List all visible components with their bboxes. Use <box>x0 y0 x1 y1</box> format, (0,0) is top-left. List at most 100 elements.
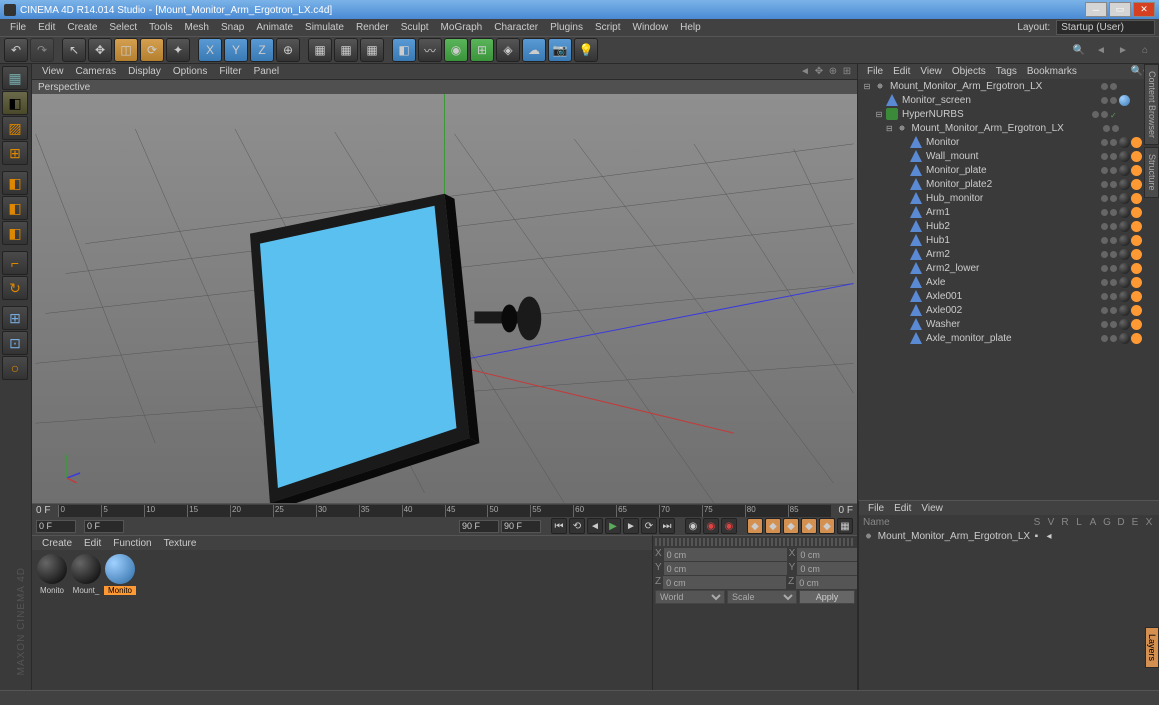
tree-row[interactable]: Monitor_plate2 <box>858 177 1159 191</box>
obj-menu-edit[interactable]: Edit <box>888 66 915 77</box>
material-tags[interactable] <box>1119 277 1159 288</box>
tree-label[interactable]: HyperNURBS <box>900 109 1059 120</box>
mat-menu-function[interactable]: Function <box>107 538 157 549</box>
tree-label[interactable]: Hub_monitor <box>924 193 1059 204</box>
scale-tool[interactable]: ◫ <box>114 38 138 62</box>
axis-mode[interactable]: ⌐ <box>2 251 28 275</box>
tree-expand-icon[interactable] <box>898 249 908 259</box>
tree-label[interactable]: Arm1 <box>924 207 1059 218</box>
visibility-dots[interactable]: ✓ <box>1059 111 1119 118</box>
tree-label[interactable]: Wall_mount <box>924 151 1059 162</box>
history-fwd-icon[interactable]: ► <box>1113 40 1133 60</box>
tree-row[interactable]: Monitor_plate <box>858 163 1159 177</box>
attr-menu-view[interactable]: View <box>916 503 948 514</box>
material-tags[interactable] <box>1119 319 1159 330</box>
visibility-dots[interactable] <box>1059 237 1119 244</box>
vp-zoom-icon[interactable]: ⊕ <box>827 66 839 78</box>
y-axis-lock[interactable]: Y <box>224 38 248 62</box>
tab-structure[interactable]: Structure <box>1144 147 1159 198</box>
tree-row[interactable]: Arm1 <box>858 205 1159 219</box>
goto-start-button[interactable]: ⏮ <box>551 518 567 534</box>
point-mode[interactable]: ◧ <box>2 171 28 195</box>
tree-row[interactable]: Hub_monitor <box>858 191 1159 205</box>
tree-label[interactable]: Mount_Monitor_Arm_Ergotron_LX <box>888 81 1059 92</box>
tree-label[interactable]: Monitor_plate2 <box>924 179 1059 190</box>
tree-expand-icon[interactable] <box>898 263 908 273</box>
spline-primitive[interactable]: 〰 <box>418 38 442 62</box>
menu-render[interactable]: Render <box>350 22 395 33</box>
menu-create[interactable]: Create <box>61 22 103 33</box>
tree-expand-icon[interactable] <box>898 137 908 147</box>
material-tags[interactable] <box>1119 263 1159 274</box>
obj-menu-file[interactable]: File <box>862 66 888 77</box>
visibility-dots[interactable] <box>1059 209 1119 216</box>
cube-primitive[interactable]: ◧ <box>392 38 416 62</box>
menu-file[interactable]: File <box>4 22 32 33</box>
vp-menu-cameras[interactable]: Cameras <box>70 66 123 77</box>
edge-mode[interactable]: ◧ <box>2 196 28 220</box>
deformer[interactable]: ◈ <box>496 38 520 62</box>
move-tool[interactable]: ✥ <box>88 38 112 62</box>
light[interactable]: 💡 <box>574 38 598 62</box>
tree-label[interactable]: Axle_monitor_plate <box>924 333 1059 344</box>
polygon-mode[interactable]: ◧ <box>2 221 28 245</box>
snap-settings[interactable]: ⊡ <box>2 331 28 355</box>
material-tags[interactable] <box>1119 249 1159 260</box>
nurbs-primitive[interactable]: ◉ <box>444 38 468 62</box>
obj-menu-view[interactable]: View <box>915 66 947 77</box>
tab-layers[interactable]: Layers <box>1145 627 1159 668</box>
panel-grip[interactable] <box>655 538 855 546</box>
visibility-dots[interactable] <box>1059 251 1119 258</box>
history-back-icon[interactable]: ◄ <box>1091 40 1111 60</box>
workplane-mode[interactable]: ⊞ <box>2 141 28 165</box>
render-settings[interactable]: ▦ <box>360 38 384 62</box>
z-axis-lock[interactable]: Z <box>250 38 274 62</box>
visibility-dots[interactable] <box>1059 83 1119 90</box>
tree-label[interactable]: Monitor_screen <box>900 95 1059 106</box>
visibility-dots[interactable] <box>1059 153 1119 160</box>
attr-menu-edit[interactable]: Edit <box>889 503 916 514</box>
x-axis-lock[interactable]: X <box>198 38 222 62</box>
visibility-dots[interactable] <box>1059 335 1119 342</box>
menu-simulate[interactable]: Simulate <box>299 22 350 33</box>
object-tree[interactable]: ⊟Mount_Monitor_Arm_Ergotron_LXMonitor_sc… <box>858 79 1159 500</box>
coord-scale-select[interactable]: Scale <box>727 590 797 604</box>
material-tags[interactable] <box>1119 235 1159 246</box>
material-item[interactable]: Monito <box>104 554 136 595</box>
snap-toggle[interactable]: ⊞ <box>2 306 28 330</box>
render-view[interactable]: ▦ <box>308 38 332 62</box>
tree-label[interactable]: Monitor_plate <box>924 165 1059 176</box>
tree-row[interactable]: Monitor_screen <box>858 93 1159 107</box>
obj-menu-tags[interactable]: Tags <box>991 66 1022 77</box>
obj-menu-objects[interactable]: Objects <box>947 66 991 77</box>
menu-sculpt[interactable]: Sculpt <box>395 22 435 33</box>
tree-label[interactable]: Hub2 <box>924 221 1059 232</box>
visibility-dots[interactable] <box>1059 195 1119 202</box>
vp-layout-icon[interactable]: ⊞ <box>841 66 853 78</box>
menu-animate[interactable]: Animate <box>250 22 299 33</box>
key-scale-button[interactable]: ◆ <box>765 518 781 534</box>
vp-menu-display[interactable]: Display <box>122 66 167 77</box>
coord-world-select[interactable]: World <box>655 590 725 604</box>
visibility-dots[interactable] <box>1059 139 1119 146</box>
record-button[interactable]: ◉ <box>685 518 701 534</box>
layout-select[interactable]: Startup (User) <box>1056 20 1155 35</box>
play-button[interactable]: ▶ <box>605 518 621 534</box>
vp-nav-icon[interactable]: ◄ <box>799 66 811 78</box>
tree-row[interactable]: ⊟HyperNURBS✓ <box>858 107 1159 121</box>
coord-field[interactable] <box>664 562 787 575</box>
vp-menu-filter[interactable]: Filter <box>213 66 247 77</box>
tree-row[interactable]: Washer <box>858 317 1159 331</box>
undo-button[interactable]: ↶ <box>4 38 28 62</box>
select-tool[interactable]: ↖ <box>62 38 86 62</box>
menu-help[interactable]: Help <box>674 22 707 33</box>
tree-row[interactable]: Hub1 <box>858 233 1159 247</box>
visibility-dots[interactable] <box>1059 265 1119 272</box>
menu-window[interactable]: Window <box>627 22 675 33</box>
tree-row[interactable]: Axle002 <box>858 303 1159 317</box>
autokey-button[interactable]: ◉ <box>703 518 719 534</box>
next-frame-button[interactable]: ► <box>623 518 639 534</box>
texture-mode[interactable]: ▨ <box>2 116 28 140</box>
key-pla-button[interactable]: ◆ <box>819 518 835 534</box>
key-rot-button[interactable]: ◆ <box>783 518 799 534</box>
